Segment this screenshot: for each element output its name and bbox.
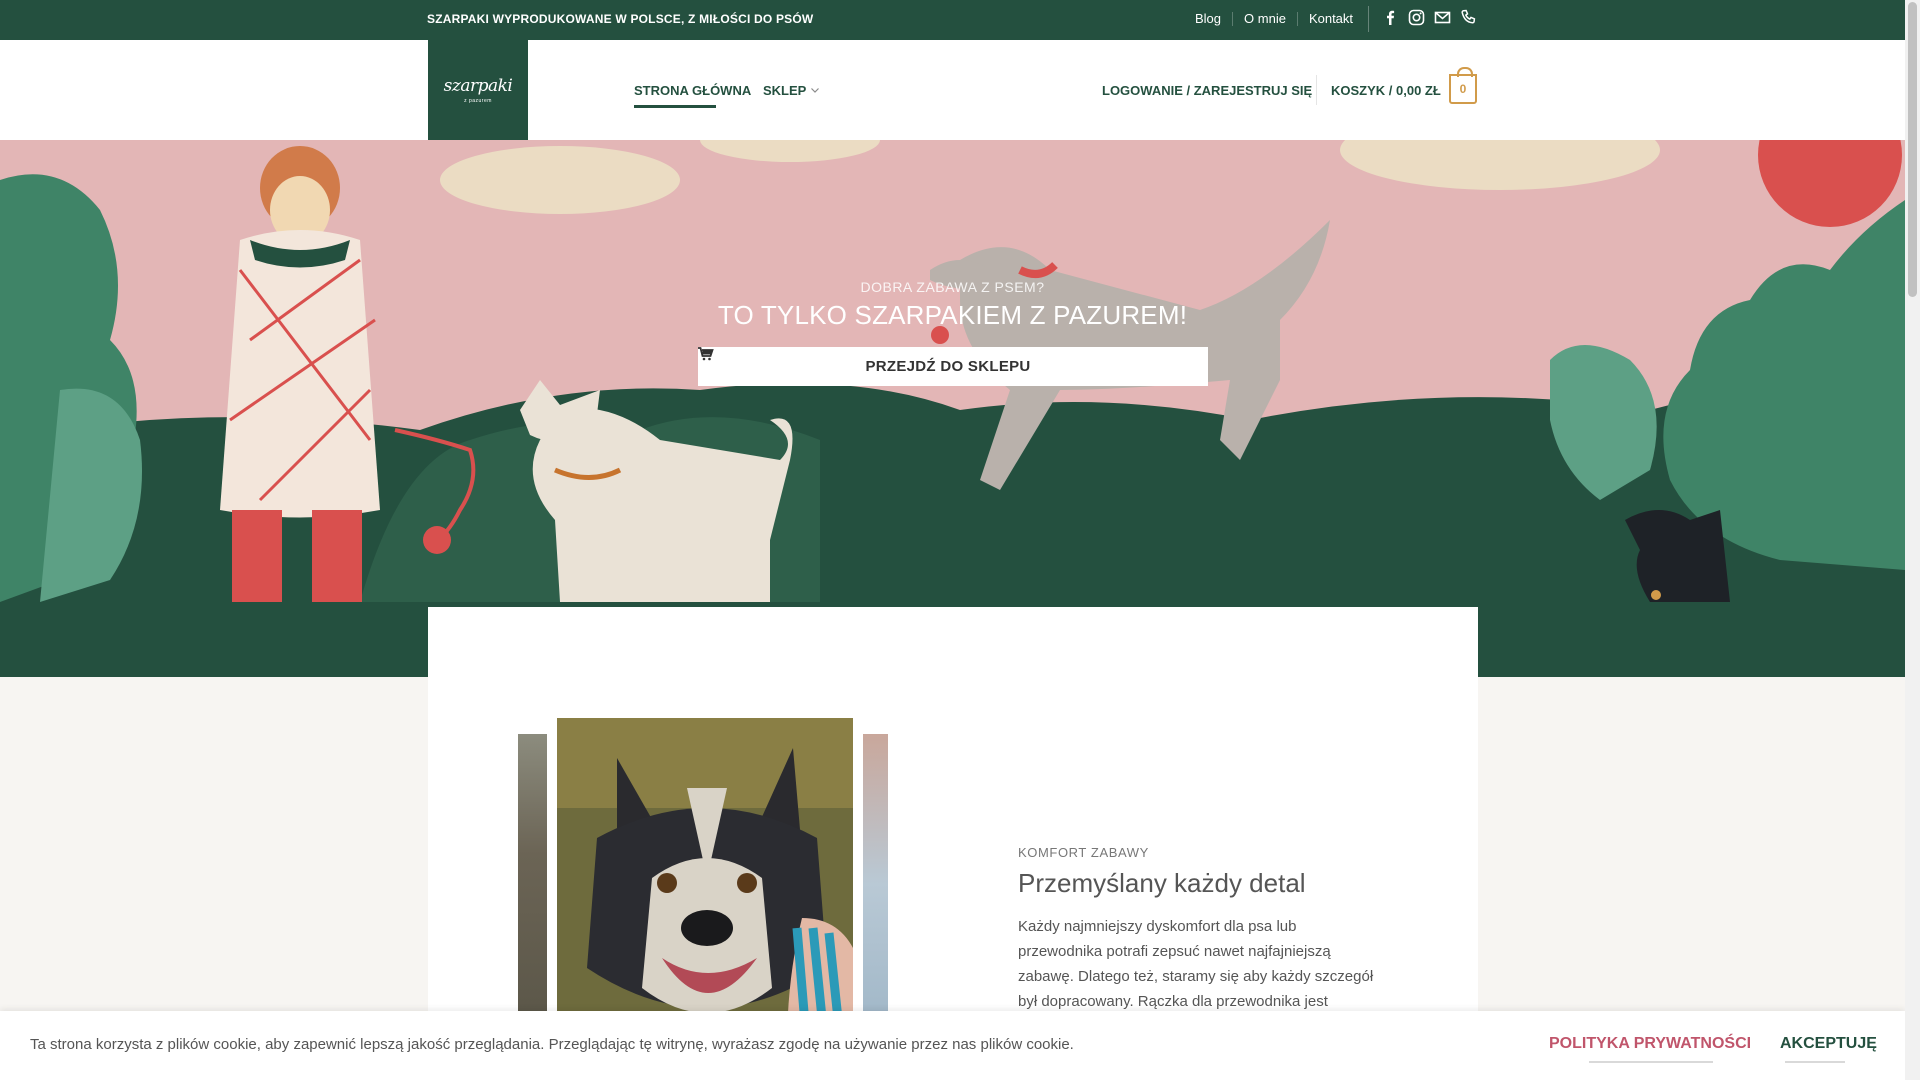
login-register-link[interactable]: LOGOWANIE / ZAREJESTRUJ SIĘ <box>1102 83 1312 98</box>
site-logo[interactable]: szarpaki z pazurem <box>428 40 528 140</box>
dog-photo-image <box>557 718 853 1048</box>
top-link-blog[interactable]: Blog <box>1184 12 1232 26</box>
feature-body: Każdy najmniejszy dyskomfort dla psa lub… <box>1018 918 1374 1010</box>
logo-wordmark: szarpaki <box>443 76 513 96</box>
nav-active-indicator <box>634 105 716 108</box>
nav-shop-label: SKLEP <box>763 83 807 98</box>
accept-underline <box>1785 1061 1845 1063</box>
phone-icon[interactable] <box>1460 9 1477 26</box>
header-separator <box>1316 75 1317 105</box>
gallery-prev-photo[interactable] <box>518 734 547 1034</box>
top-links: Blog O mnie Kontakt <box>1184 12 1364 26</box>
cookie-bar: Ta strona korzysta z plików cookie, aby … <box>0 1011 1905 1080</box>
hero-banner: DOBRA ZABAWA Z PSEM? TO TYLKO SZARPAKIEM… <box>0 140 1905 602</box>
gallery-next-photo[interactable] <box>863 734 888 1034</box>
top-separator <box>1368 6 1369 32</box>
cart-count-badge[interactable]: 0 <box>1449 67 1477 104</box>
promo-text: SZARPAKI WYPRODUKOWANE W POLSCE, Z MIŁOŚ… <box>427 12 814 26</box>
gallery-main-photo[interactable] <box>557 718 853 1048</box>
accept-cookies-button[interactable]: AKCEPTUJĘ <box>1780 1035 1877 1053</box>
facebook-icon[interactable] <box>1382 9 1399 26</box>
top-bar: SZARPAKI WYPRODUKOWANE W POLSCE, Z MIŁOŚ… <box>0 0 1905 40</box>
top-link-contact[interactable]: Kontakt <box>1296 12 1364 26</box>
hero-subtitle: DOBRA ZABAWA Z PSEM? <box>860 279 1045 295</box>
social-icons <box>1382 9 1477 26</box>
scrollbar-thumb[interactable] <box>1908 2 1917 297</box>
cart-link[interactable]: KOSZYK / 0,00 ZŁ <box>1331 83 1441 98</box>
nav-home[interactable]: STRONA GŁÓWNA <box>634 83 751 98</box>
cookie-text: Ta strona korzysta z plików cookie, aby … <box>30 1036 1074 1053</box>
privacy-policy-button[interactable]: POLITYKA PRYWATNOŚCI <box>1549 1035 1751 1053</box>
go-to-shop-label: PRZEJDŹ DO SKLEPU <box>865 358 1031 375</box>
site-header: szarpaki z pazurem STRONA GŁÓWNA SKLEP L… <box>0 40 1905 140</box>
chevron-down-icon <box>810 83 820 98</box>
mail-icon[interactable] <box>1434 9 1451 26</box>
instagram-icon[interactable] <box>1408 9 1425 26</box>
go-to-shop-button[interactable]: PRZEJDŹ DO SKLEPU <box>698 347 1208 386</box>
policy-underline <box>1589 1061 1713 1063</box>
nav-shop[interactable]: SKLEP <box>763 83 820 98</box>
feature-headline: Przemyślany każdy detal <box>1018 868 1306 898</box>
feature-eyebrow: KOMFORT ZABAWY <box>1018 845 1149 860</box>
top-link-about[interactable]: O mnie <box>1232 12 1297 26</box>
logo-tagline: z pazurem <box>464 98 492 104</box>
hero-title: TO TYLKO SZARPAKIEM Z PAZUREM! <box>717 300 1188 330</box>
